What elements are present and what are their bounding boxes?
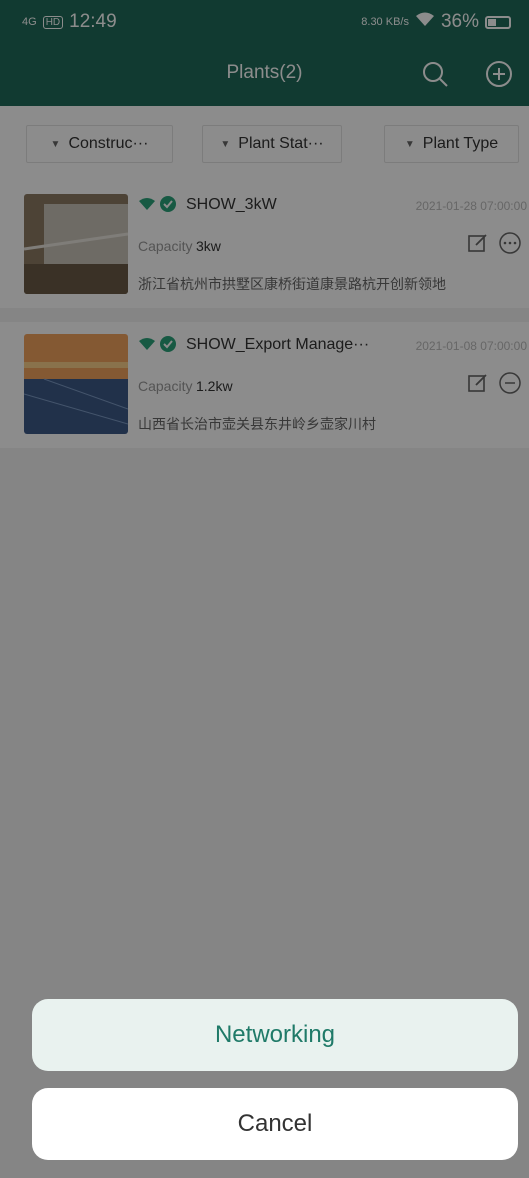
cancel-button[interactable]: Cancel <box>32 1088 518 1160</box>
networking-button[interactable]: Networking <box>32 999 518 1071</box>
